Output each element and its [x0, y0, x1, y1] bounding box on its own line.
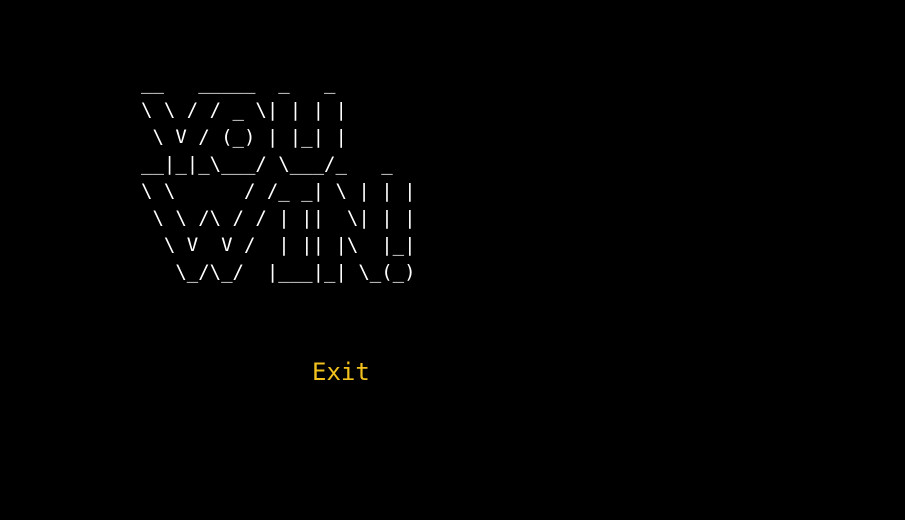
- game-screen: __ _____ _ _ \ \ / / _ \| | | | \ V / (_…: [0, 0, 905, 520]
- exit-menu-option[interactable]: Exit: [312, 357, 370, 387]
- you-win-ascii-banner: __ _____ _ _ \ \ / / _ \| | | | \ V / (_…: [141, 72, 416, 283]
